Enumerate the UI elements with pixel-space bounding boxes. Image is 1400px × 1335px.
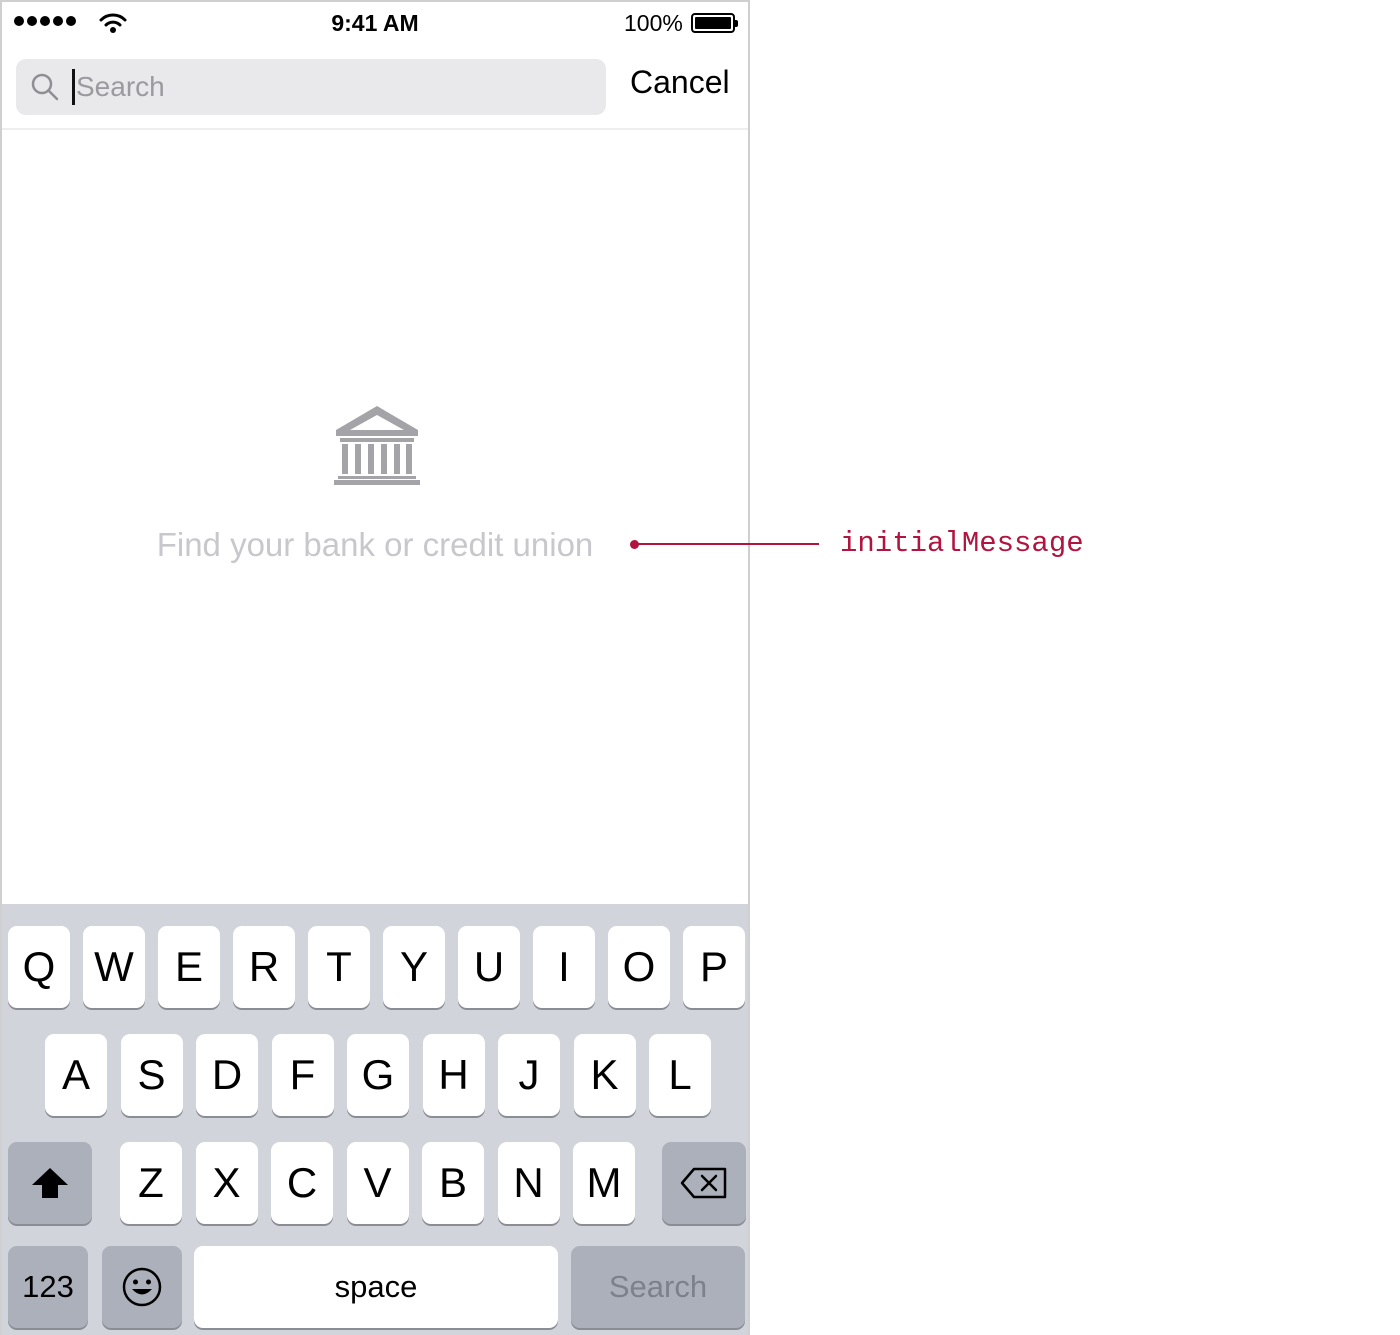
- keyboard: QWERTYUIOP ASDFGHJKL ZXCVBNM 123 space S…: [2, 904, 748, 1335]
- key-h[interactable]: H: [422, 1034, 485, 1116]
- key-x[interactable]: X: [195, 1142, 258, 1224]
- shift-key[interactable]: [8, 1142, 92, 1224]
- text-caret: [72, 69, 75, 105]
- key-n[interactable]: N: [497, 1142, 560, 1224]
- key-w[interactable]: W: [83, 926, 145, 1008]
- key-z[interactable]: Z: [120, 1142, 182, 1224]
- key-i[interactable]: I: [533, 926, 595, 1008]
- battery-icon: [691, 13, 738, 33]
- annotation-label: initialMessage: [840, 527, 1084, 560]
- key-l[interactable]: L: [649, 1034, 711, 1116]
- key-m[interactable]: M: [573, 1142, 635, 1224]
- key-t[interactable]: T: [308, 926, 370, 1008]
- key-e[interactable]: E: [158, 926, 220, 1008]
- key-v[interactable]: V: [346, 1142, 409, 1224]
- search-bar: Cancel: [2, 44, 748, 130]
- search-field[interactable]: [16, 59, 606, 115]
- search-icon: [31, 73, 59, 101]
- shift-icon: [32, 1168, 68, 1198]
- search-key[interactable]: Search: [571, 1246, 745, 1328]
- status-bar: 9:41 AM 100%: [2, 2, 748, 44]
- delete-key[interactable]: [662, 1142, 746, 1224]
- key-k[interactable]: K: [573, 1034, 636, 1116]
- key-c[interactable]: C: [271, 1142, 333, 1224]
- numbers-key[interactable]: 123: [8, 1246, 88, 1328]
- key-r[interactable]: R: [233, 926, 295, 1008]
- key-b[interactable]: B: [422, 1142, 484, 1224]
- key-o[interactable]: O: [608, 926, 670, 1008]
- cancel-button[interactable]: Cancel: [630, 64, 730, 101]
- key-f[interactable]: F: [271, 1034, 334, 1116]
- key-p[interactable]: P: [683, 926, 745, 1008]
- search-input[interactable]: [76, 59, 596, 115]
- backspace-icon: [680, 1167, 727, 1199]
- key-y[interactable]: Y: [383, 926, 445, 1008]
- key-a[interactable]: A: [45, 1034, 107, 1116]
- bank-icon: [334, 406, 420, 485]
- emoji-icon: [122, 1267, 162, 1307]
- emoji-key[interactable]: [102, 1246, 182, 1328]
- key-u[interactable]: U: [458, 926, 520, 1008]
- key-q[interactable]: Q: [8, 926, 70, 1008]
- key-s[interactable]: S: [120, 1034, 183, 1116]
- annotation-leader-line: [636, 543, 819, 545]
- key-d[interactable]: D: [196, 1034, 258, 1116]
- key-g[interactable]: G: [347, 1034, 409, 1116]
- phone-screen: 9:41 AM 100% Cancel Find your bank or cr…: [0, 0, 750, 1335]
- key-j[interactable]: J: [498, 1034, 560, 1116]
- space-key[interactable]: space: [194, 1246, 558, 1328]
- battery-percent: 100%: [624, 10, 683, 36]
